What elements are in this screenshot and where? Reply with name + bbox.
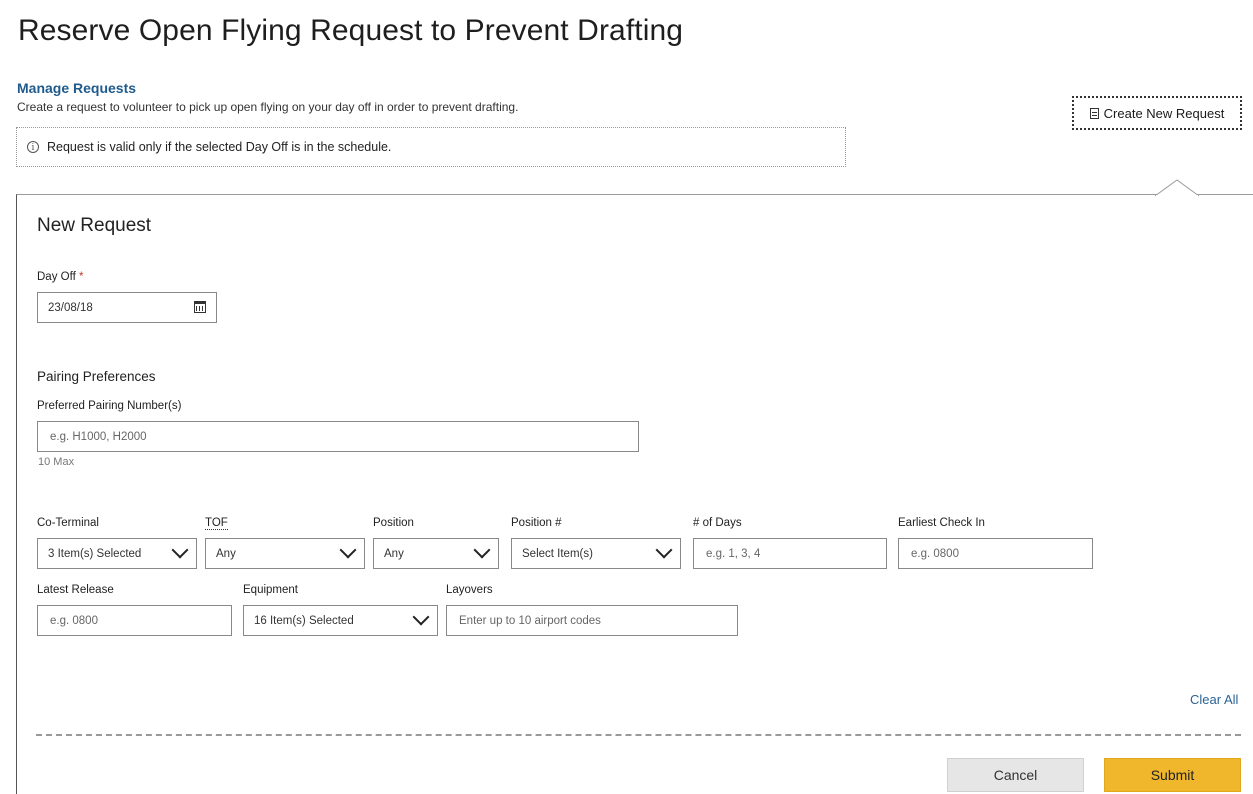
position-select[interactable]: Any — [373, 538, 499, 569]
form-divider — [36, 734, 1241, 736]
latest-release-label: Latest Release — [37, 584, 114, 596]
cancel-button[interactable]: Cancel — [947, 758, 1084, 792]
num-days-label: # of Days — [693, 517, 742, 529]
required-mark: * — [78, 271, 84, 283]
manage-requests-description: Create a request to volunteer to pick up… — [17, 100, 519, 114]
chevron-down-icon — [171, 541, 189, 559]
tof-label: TOF — [205, 517, 228, 530]
calendar-icon[interactable] — [194, 301, 206, 313]
clear-all-link[interactable]: Clear All — [1190, 692, 1238, 707]
position-number-value: Select Item(s) — [522, 547, 593, 560]
latest-release-input[interactable] — [48, 613, 231, 628]
create-new-request-label: Create New Request — [1103, 105, 1225, 121]
info-icon: i — [27, 141, 39, 153]
chevron-down-icon — [473, 541, 491, 559]
layovers-label: Layovers — [446, 584, 493, 596]
submit-button[interactable]: Submit — [1104, 758, 1241, 792]
chevron-down-icon — [339, 541, 357, 559]
day-off-value: 23/08/18 — [48, 301, 93, 314]
preferred-pairing-hint: 10 Max — [38, 456, 75, 468]
document-icon — [1089, 107, 1099, 119]
earliest-check-in-label: Earliest Check In — [898, 517, 985, 529]
co-terminal-select[interactable]: 3 Item(s) Selected — [37, 538, 197, 569]
position-number-select[interactable]: Select Item(s) — [511, 538, 681, 569]
preferred-pairing-label: Preferred Pairing Number(s) — [37, 400, 182, 412]
earliest-check-in-field[interactable] — [898, 538, 1093, 569]
equipment-select[interactable]: 16 Item(s) Selected — [243, 605, 438, 636]
equipment-label: Equipment — [243, 584, 298, 596]
day-off-date-field[interactable]: 23/08/18 — [37, 292, 217, 323]
num-days-field[interactable] — [693, 538, 887, 569]
chevron-down-icon — [655, 541, 673, 559]
pairing-preferences-title: Pairing Preferences — [37, 369, 156, 384]
position-number-label: Position # — [511, 517, 562, 529]
position-value: Any — [384, 547, 404, 560]
day-off-label-text: Day Off — [37, 271, 76, 283]
tof-select[interactable]: Any — [205, 538, 365, 569]
co-terminal-value: 3 Item(s) Selected — [48, 547, 142, 560]
preferred-pairing-field[interactable] — [37, 421, 639, 452]
latest-release-field[interactable] — [37, 605, 232, 636]
info-notice-text: Request is valid only if the selected Da… — [47, 140, 392, 154]
info-notice: i Request is valid only if the selected … — [16, 127, 846, 167]
preferred-pairing-input[interactable] — [48, 429, 638, 444]
position-label: Position — [373, 517, 414, 529]
new-request-panel: New Request Day Off * 23/08/18 Pairing P… — [16, 179, 1253, 794]
create-new-request-button[interactable]: Create New Request — [1072, 96, 1242, 130]
num-days-input[interactable] — [704, 546, 886, 561]
co-terminal-label: Co-Terminal — [37, 517, 99, 529]
earliest-check-in-input[interactable] — [909, 546, 1092, 561]
new-request-title: New Request — [37, 215, 152, 236]
day-off-label: Day Off * — [37, 271, 83, 283]
layovers-input[interactable] — [457, 613, 737, 628]
layovers-field[interactable] — [446, 605, 738, 636]
equipment-value: 16 Item(s) Selected — [254, 614, 354, 627]
tof-value: Any — [216, 547, 236, 560]
page-title: Reserve Open Flying Request to Prevent D… — [18, 14, 684, 47]
manage-requests-heading: Manage Requests — [17, 80, 137, 96]
chevron-down-icon — [412, 608, 430, 626]
